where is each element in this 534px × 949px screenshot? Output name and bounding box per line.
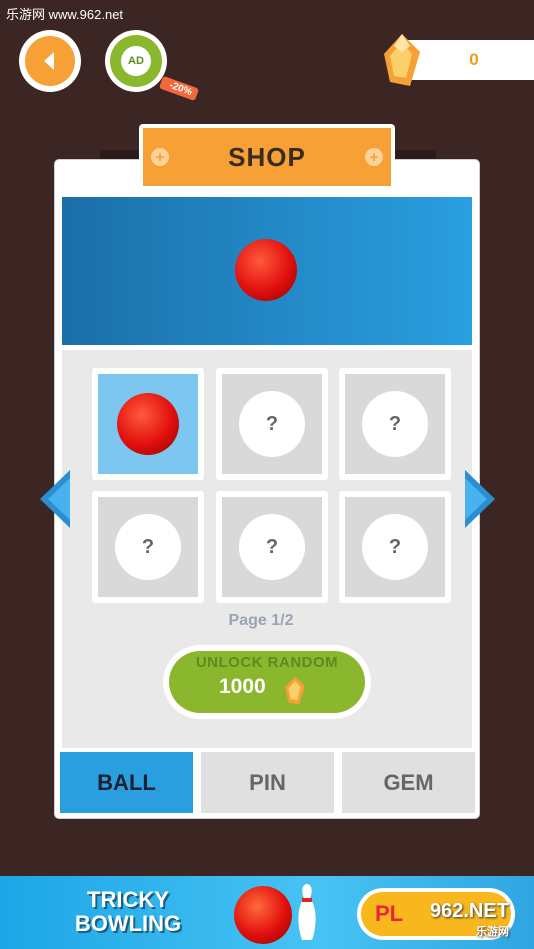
bowling-pin-icon	[298, 884, 316, 940]
tab-gem[interactable]: GEM	[342, 752, 475, 813]
locked-item-label: ?	[362, 514, 428, 580]
watch-ad-button[interactable]: AD	[105, 30, 167, 92]
shop-item-2[interactable]: ?	[216, 368, 328, 480]
plus-icon: +	[151, 148, 169, 166]
chevron-left-icon	[44, 52, 54, 70]
shop-title-tab: SHOP + +	[139, 124, 395, 190]
shop-item-3[interactable]: ?	[339, 368, 451, 480]
tab-pin[interactable]: PIN	[201, 752, 334, 813]
preview-ball	[235, 239, 297, 301]
ad-discount-badge: -20%	[158, 75, 200, 102]
unlock-random-label: UNLOCK RANDOM	[195, 654, 339, 671]
ad-title: TRICKY BOWLING	[48, 888, 208, 936]
unlock-price: 1000	[219, 675, 266, 698]
gem-icon	[285, 676, 305, 705]
prev-page-arrow-icon[interactable]	[38, 468, 72, 530]
watermark-text: 乐游网 www.962.net	[6, 7, 124, 22]
unlock-random-button[interactable]: UNLOCK RANDOM 1000	[163, 645, 371, 719]
back-button[interactable]	[19, 30, 81, 92]
plus-icon: +	[365, 148, 383, 166]
ad-label: AD	[128, 55, 144, 67]
page-indicator: Page 1/2	[228, 612, 294, 629]
locked-item-label: ?	[115, 514, 181, 580]
locked-item-label: ?	[362, 391, 428, 457]
ad-title-line-1: TRICKY	[87, 887, 169, 912]
locked-item-label: ?	[239, 391, 305, 457]
gem-count: 0	[469, 50, 479, 69]
red-ball-item	[117, 393, 179, 455]
watermark-logo: 962.NET 乐游网	[430, 900, 509, 939]
shop-title: SHOP	[228, 141, 306, 172]
next-page-arrow-icon[interactable]	[463, 468, 497, 530]
locked-item-label: ?	[239, 514, 305, 580]
watermark-logo-text: 962.NET	[430, 900, 509, 922]
shop-item-6[interactable]: ?	[339, 491, 451, 603]
watermark-logo-subtext: 乐游网	[475, 926, 509, 938]
tab-ball[interactable]: BALL	[60, 752, 193, 813]
shop-item-4[interactable]: ?	[92, 491, 204, 603]
shop-item-1[interactable]	[92, 368, 204, 480]
gem-icon	[384, 34, 420, 86]
ad-title-line-2: BOWLING	[74, 911, 182, 936]
shop-item-5[interactable]: ?	[216, 491, 328, 603]
ad-bowling-ball	[234, 886, 292, 944]
